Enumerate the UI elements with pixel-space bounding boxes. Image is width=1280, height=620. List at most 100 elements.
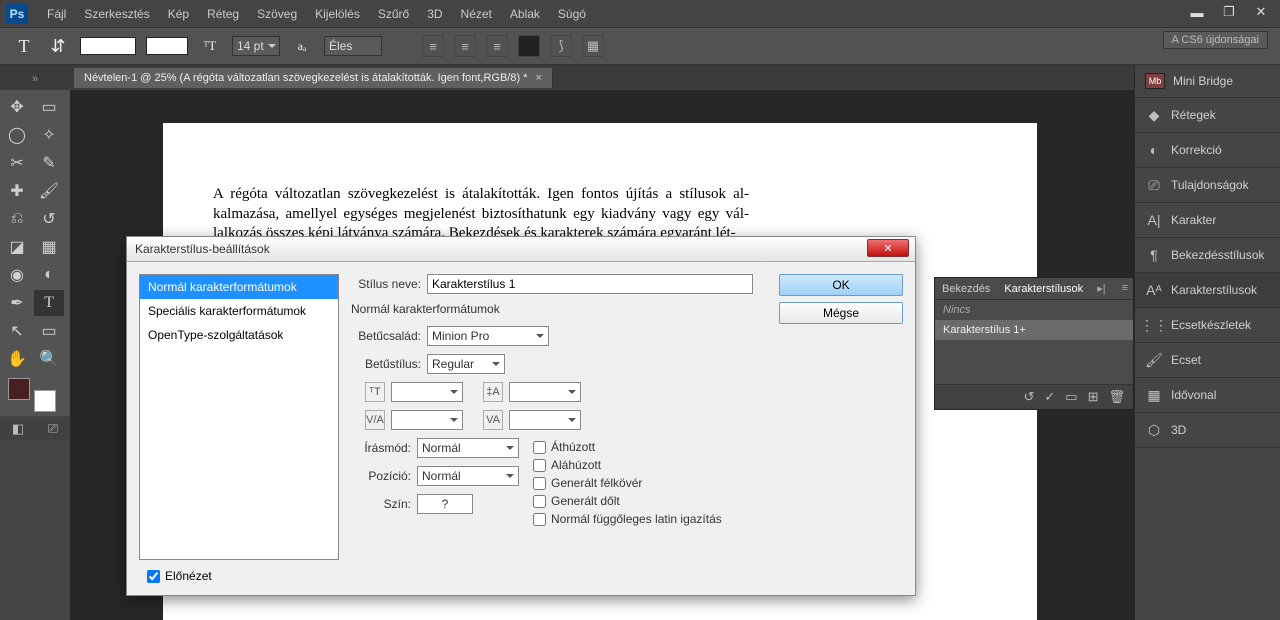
panel-clear-icon[interactable]: ▭ bbox=[1065, 389, 1077, 405]
panel-timeline[interactable]: ▦Idővonal bbox=[1135, 378, 1280, 413]
stamp-tool[interactable]: ⎌ bbox=[2, 206, 32, 232]
menu-help[interactable]: Súgó bbox=[549, 7, 595, 21]
menu-layer[interactable]: Réteg bbox=[198, 7, 248, 21]
preview-checkbox[interactable]: Előnézet bbox=[147, 569, 212, 583]
heal-tool[interactable]: ✚ bbox=[2, 178, 32, 204]
menu-window[interactable]: Ablak bbox=[501, 7, 549, 21]
warp-text-icon[interactable]: ⟆ bbox=[550, 35, 572, 57]
blur-tool[interactable]: ◉ bbox=[2, 262, 32, 288]
lasso-tool[interactable]: ◯ bbox=[2, 122, 32, 148]
tracking-select[interactable] bbox=[509, 410, 581, 430]
dialog-cat-normal[interactable]: Normál karakterformátumok bbox=[140, 275, 338, 299]
panel-brush[interactable]: 🖌Ecset bbox=[1135, 343, 1280, 378]
window-close[interactable]: ✕ bbox=[1250, 3, 1272, 21]
panels-icon[interactable]: ▦ bbox=[582, 35, 604, 57]
antialias-select[interactable]: Éles bbox=[324, 36, 382, 56]
window-restore[interactable]: ❐ bbox=[1218, 3, 1240, 21]
font-style-select[interactable]: Regular bbox=[427, 354, 505, 374]
size-select[interactable] bbox=[391, 382, 463, 402]
canvas-text[interactable]: A régóta változatlan szövegkezelést is á… bbox=[213, 185, 749, 244]
orientation-icon[interactable]: ⇵ bbox=[46, 34, 70, 58]
panel-new-icon[interactable]: ⊞ bbox=[1088, 389, 1099, 405]
quickmask-icon[interactable]: ◧ bbox=[12, 421, 24, 437]
ok-button[interactable]: OK bbox=[779, 274, 903, 296]
panel-check-icon[interactable]: ✓ bbox=[1044, 389, 1055, 405]
dialog-close-button[interactable]: ✕ bbox=[867, 239, 909, 257]
font-family-swatch[interactable] bbox=[80, 37, 136, 55]
check-faux-italic[interactable]: Generált dőlt bbox=[533, 494, 722, 508]
panel-brush-presets[interactable]: ⋮⋮Ecsetkészletek bbox=[1135, 308, 1280, 343]
menu-filter[interactable]: Szűrő bbox=[369, 7, 418, 21]
type-tool[interactable]: T bbox=[34, 290, 64, 316]
screenmode-icon[interactable]: ⎚ bbox=[48, 421, 58, 437]
hand-tool[interactable]: ✋ bbox=[2, 346, 32, 372]
menu-image[interactable]: Kép bbox=[159, 7, 198, 21]
panel-mini-bridge[interactable]: MbMini Bridge bbox=[1135, 65, 1280, 98]
color-swatch[interactable]: ? bbox=[417, 494, 473, 514]
eyedropper-tool[interactable]: ✎ bbox=[34, 150, 64, 176]
script-select[interactable]: Normál bbox=[417, 438, 519, 458]
foreground-color[interactable] bbox=[8, 378, 30, 400]
zoom-tool[interactable]: 🔍 bbox=[34, 346, 64, 372]
menu-3d[interactable]: 3D bbox=[418, 7, 451, 21]
move-tool[interactable]: ✥ bbox=[2, 94, 32, 120]
eraser-tool[interactable]: ◪ bbox=[2, 234, 32, 260]
font-family-select[interactable]: Minion Pro bbox=[427, 326, 549, 346]
path-tool[interactable]: ↖ bbox=[2, 318, 32, 344]
panel-para-styles[interactable]: ¶Bekezdésstílusok bbox=[1135, 238, 1280, 273]
font-style-swatch[interactable] bbox=[146, 37, 188, 55]
position-select[interactable]: Normál bbox=[417, 466, 519, 486]
panel-character[interactable]: A|Karakter bbox=[1135, 203, 1280, 238]
check-underline[interactable]: Aláhúzott bbox=[533, 458, 722, 472]
menu-text[interactable]: Szöveg bbox=[248, 7, 306, 21]
style-name-input[interactable] bbox=[427, 274, 753, 294]
align-center-icon[interactable]: ≡ bbox=[454, 35, 476, 57]
panel-properties[interactable]: ⎚Tulajdonságok bbox=[1135, 168, 1280, 203]
close-tab-icon[interactable]: × bbox=[535, 72, 541, 84]
shape-tool[interactable]: ▭ bbox=[34, 318, 64, 344]
tabbar-chevrons-icon[interactable]: » bbox=[32, 73, 42, 83]
menu-edit[interactable]: Szerkesztés bbox=[75, 7, 158, 21]
dialog-cat-opentype[interactable]: OpenType-szolgáltatások bbox=[140, 323, 338, 347]
dodge-tool[interactable]: ◐ bbox=[34, 262, 64, 288]
align-left-icon[interactable]: ≡ bbox=[422, 35, 444, 57]
wand-tool[interactable]: ✧ bbox=[34, 122, 64, 148]
tab-char-styles[interactable]: Karakterstílusok bbox=[997, 280, 1090, 298]
menu-view[interactable]: Nézet bbox=[452, 7, 501, 21]
gradient-tool[interactable]: ▦ bbox=[34, 234, 64, 260]
dialog-cat-special[interactable]: Speciális karakterformátumok bbox=[140, 299, 338, 323]
leading-select[interactable] bbox=[509, 382, 581, 402]
window-minimize[interactable]: ▬ bbox=[1186, 3, 1208, 21]
pen-tool[interactable]: ✒ bbox=[2, 290, 32, 316]
color-label: Szín: bbox=[351, 497, 411, 511]
document-tab[interactable]: Névtelen-1 @ 25% (A régóta változatlan s… bbox=[74, 68, 553, 88]
selection-tool[interactable]: ▭ bbox=[34, 94, 64, 120]
panel-char-styles[interactable]: AᴬKarakterstílusok bbox=[1135, 273, 1280, 308]
crop-tool[interactable]: ✂ bbox=[2, 150, 32, 176]
cancel-button[interactable]: Mégse bbox=[779, 302, 903, 324]
panel-undo-icon[interactable]: ↺ bbox=[1023, 389, 1034, 405]
panel-layers[interactable]: ◆Rétegek bbox=[1135, 98, 1280, 133]
brush-tool[interactable]: 🖌 bbox=[34, 178, 64, 204]
color-swatches[interactable] bbox=[8, 378, 56, 412]
panel-adjustments[interactable]: ◐Korrekció bbox=[1135, 133, 1280, 168]
check-faux-bold[interactable]: Generált félkövér bbox=[533, 476, 722, 490]
history-brush-tool[interactable]: ↺ bbox=[34, 206, 64, 232]
panel-3d[interactable]: ⬡3D bbox=[1135, 413, 1280, 448]
check-roman-align[interactable]: Normál függőleges latin igazítás bbox=[533, 512, 722, 526]
align-right-icon[interactable]: ≡ bbox=[486, 35, 508, 57]
tab-paragraph-styles[interactable]: Bekezdés bbox=[935, 280, 997, 298]
check-strike[interactable]: Áthúzott bbox=[533, 440, 722, 454]
menu-file[interactable]: Fájl bbox=[38, 7, 75, 21]
news-dropdown[interactable]: A CS6 újdonságai bbox=[1163, 31, 1268, 49]
panel-trash-icon[interactable]: 🗑 bbox=[1108, 389, 1125, 405]
font-size-field[interactable]: 14 pt bbox=[232, 36, 280, 56]
style-none[interactable]: Nincs bbox=[935, 300, 1133, 320]
panel-menu-icon[interactable]: ≡ bbox=[1115, 279, 1135, 298]
text-color-swatch[interactable] bbox=[518, 35, 540, 57]
background-color[interactable] bbox=[34, 390, 56, 412]
panel-expand-icon[interactable]: ▸| bbox=[1090, 279, 1112, 298]
style-selected[interactable]: Karakterstílus 1+ bbox=[935, 320, 1133, 340]
menu-select[interactable]: Kijelölés bbox=[306, 7, 369, 21]
kerning-select[interactable] bbox=[391, 410, 463, 430]
